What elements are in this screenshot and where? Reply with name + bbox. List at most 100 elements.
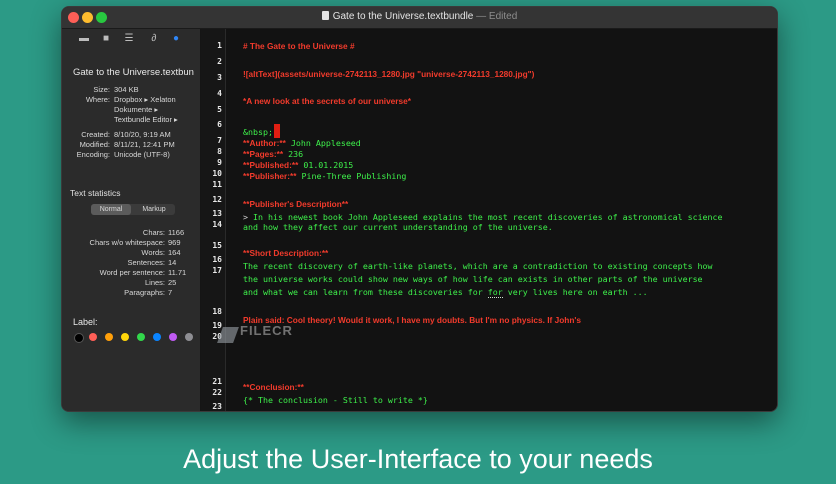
meta-value: 01.01.2015 [298,160,354,170]
segment-normal[interactable]: Normal [91,204,131,215]
label-color-purple[interactable] [169,333,177,341]
meta-value: Pine-Three Publishing [296,171,407,181]
stat-value: 7 [168,288,173,297]
line-number: 15 [212,241,222,250]
line-number: 3 [217,73,222,82]
line-number: 9 [217,158,222,167]
line-number: 22 [212,388,222,397]
meta-key: **Author:** [243,138,286,148]
stat-value: 969 [168,238,181,247]
info-value: 8/10/20, 9:19 AM [114,130,171,139]
meta-value: 236 [283,149,304,159]
editor-line: and how they affect our current understa… [243,222,553,232]
label-title: Label: [73,317,98,327]
editor-line: ![altText](assets/universe-2742113_1280.… [243,69,535,79]
stat-label: Chars: [142,228,165,237]
editor-line-text: very lives here on earth ... [502,287,648,297]
label-color-yellow[interactable] [121,333,129,341]
spelling-mark[interactable]: for [487,287,503,298]
text-cursor [273,124,280,138]
line-number: 6 [217,120,222,129]
label-color-gray[interactable] [185,333,193,341]
line-number: 2 [217,57,222,66]
info-value: Dokumente ▸ [114,105,159,114]
window-title-separator: — [476,11,487,22]
text-statistics-title: Text statistics [70,188,121,198]
stat-value: 1166 [168,228,185,237]
editor-line: > In his newest book John Appleseed expl… [243,212,723,222]
window-title: Gate to the Universe.textbundle — Edited [62,11,777,22]
info-label: Encoding: [76,150,110,159]
info-value: 304 KB [114,85,139,94]
stat-label: Sentences: [127,258,165,267]
editor-line-text: In his newest book John Appleseed explai… [248,212,723,222]
meta-key: **Publisher:** [243,171,297,181]
info-label: Created: [81,130,110,139]
line-number: 1 [217,41,222,50]
folder-icon[interactable]: ▬ [78,33,90,45]
statistics-mode-control: Normal Markup [91,204,175,215]
promo-caption: Adjust the User-Interface to your needs [183,444,653,474]
stat-value: 164 [168,248,181,257]
sidebar-toolbar: ▬ ■ ☰ ∂ ● [62,33,200,47]
line-number: 5 [217,105,222,114]
editor-line: {* The conclusion - Still to write *} [243,395,428,405]
line-number: 11 [212,180,222,189]
editor-line: Plain said: Cool theory! Would it work, … [243,315,582,325]
line-number: 13 [212,209,222,218]
line-number: 7 [217,136,222,145]
label-color-swatches [74,333,200,343]
line-number: 4 [217,89,222,98]
line-number: 14 [212,220,222,229]
info-label: Modified: [79,140,110,149]
editor-line: **Published:** 01.01.2015 [243,160,353,170]
stat-label: Chars w/o whitespace: [89,238,165,247]
info-value: 8/11/21, 12:41 PM [114,140,175,149]
label-color-green[interactable] [137,333,145,341]
stat-label: Lines: [144,278,165,287]
editor-line: &nbsp; [243,124,280,138]
editor-line: The recent discovery of earth-like plane… [243,261,713,271]
stat-value: 11.71 [168,268,187,277]
line-number: 17 [212,266,222,275]
file-name: Gate to the Universe.textbun [73,67,194,78]
info-value: Unicode (UTF-8) [114,150,170,159]
edited-status: Edited [488,11,518,22]
editor-line: # The Gate to the Universe # [243,41,355,51]
info-icon[interactable]: ● [170,33,182,45]
line-number: 16 [212,255,222,264]
attachment-icon[interactable]: ∂ [148,33,160,45]
editor-window: Gate to the Universe.textbundle — Edited… [61,6,778,412]
editor-line-text: &nbsp; [243,127,273,137]
markdown-editor[interactable]: # The Gate to the Universe # ![altText](… [226,29,777,411]
meta-key: **Published:** [243,160,299,170]
label-color-orange[interactable] [105,333,113,341]
editor-line: and what we can learn from these discove… [243,287,648,298]
sidebar: ▬ ■ ☰ ∂ ● Gate to the Universe.textbun S… [62,29,201,411]
stat-label: Words: [141,248,165,257]
label-color-none[interactable] [74,333,84,343]
stat-value: 25 [168,278,177,287]
label-color-red[interactable] [89,333,97,341]
contents-icon[interactable]: ■ [100,33,112,45]
editor-line: the universe works could show new ways o… [243,274,703,284]
meta-value: John Appleseed [285,138,361,148]
editor-line: **Conclusion:** [243,382,304,392]
label-color-blue[interactable] [153,333,161,341]
info-value: Textbundle Editor ▸ [114,115,178,124]
line-number: 10 [212,169,222,178]
editor-line: **Short Description:** [243,248,329,258]
list-icon[interactable]: ☰ [123,33,135,45]
watermark-text: FILECR [240,323,293,338]
editor-line: *A new look at the secrets of our univer… [243,96,411,106]
segment-markup[interactable]: Markup [133,204,175,215]
editor-line-text: and what we can learn from these discove… [243,287,488,297]
editor-line: **Publisher's Description** [243,199,349,209]
stat-label: Paragraphs: [124,288,165,297]
line-number: 8 [217,147,222,156]
stat-label: Word per sentence: [99,268,165,277]
info-label: Where: [85,95,110,104]
title-bar: Gate to the Universe.textbundle — Edited [62,7,777,29]
line-number: 12 [212,195,222,204]
line-number: 18 [212,307,222,316]
